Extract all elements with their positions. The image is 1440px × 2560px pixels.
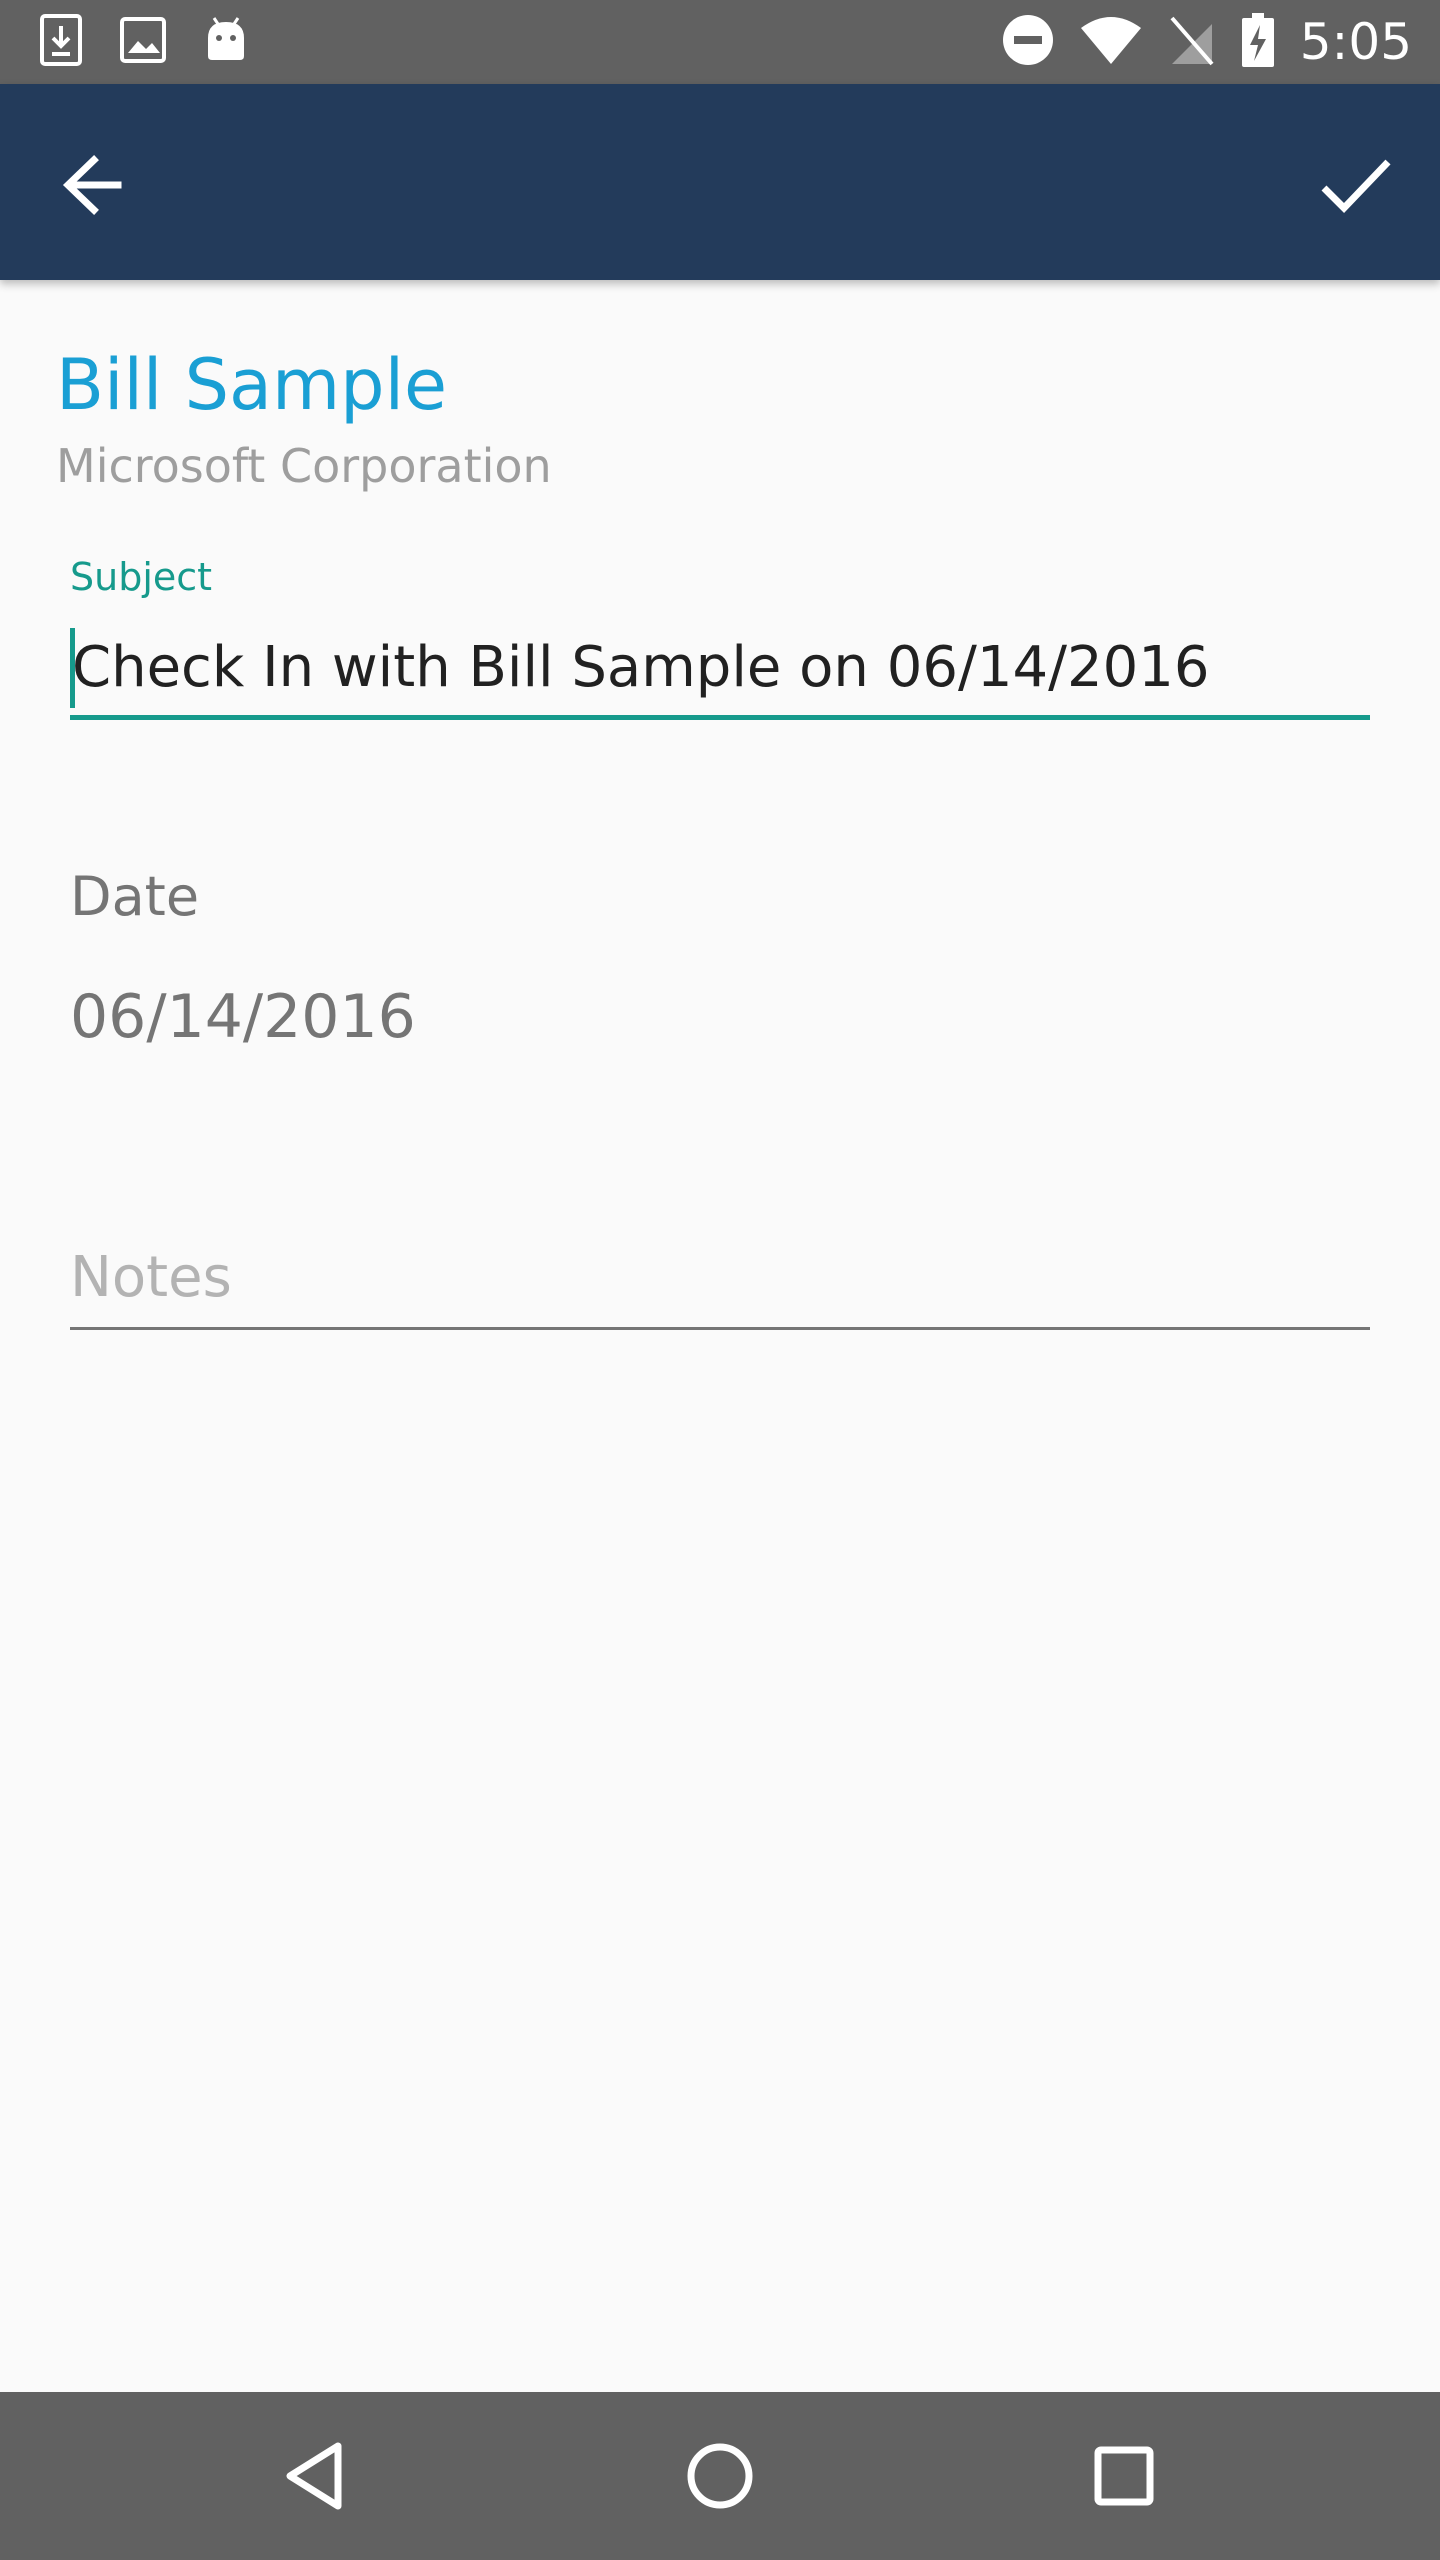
nav-home-button[interactable] [670,2426,770,2526]
arrow-back-icon [52,155,142,234]
check-icon [1310,159,1400,234]
status-bar: 5:05 [0,0,1440,84]
contact-name: Bill Sample [56,344,448,426]
subject-value: Check In with Bill Sample on 06/14/2016 [72,635,1210,700]
notes-input[interactable]: Notes [70,1236,1370,1330]
app-toolbar [0,84,1440,280]
status-system: 5:05 [1002,10,1412,74]
subject-input[interactable]: Check In with Bill Sample on 06/14/2016 [70,622,1370,720]
nav-back-button[interactable] [266,2426,366,2526]
status-time: 5:05 [1299,13,1412,71]
android-icon [204,16,248,69]
save-button[interactable] [1310,140,1400,230]
back-triangle-icon [266,2442,366,2530]
wifi-icon [1080,14,1142,71]
recents-square-icon [1074,2446,1174,2530]
image-icon [120,17,166,68]
do-not-disturb-icon [1002,14,1054,71]
system-nav-bar [0,2392,1440,2560]
date-label: Date [70,865,200,928]
notes-placeholder: Notes [70,1245,232,1310]
date-picker[interactable]: 06/14/2016 [70,980,416,1054]
battery-charging-icon [1241,12,1274,72]
no-sim-icon [1168,14,1216,71]
home-circle-icon [670,2443,770,2530]
nav-recents-button[interactable] [1074,2426,1174,2526]
download-icon [40,14,82,71]
contact-company: Microsoft Corporation [56,439,552,493]
subject-label: Subject [70,555,213,599]
status-notifications [40,14,248,71]
back-button[interactable] [52,140,142,230]
